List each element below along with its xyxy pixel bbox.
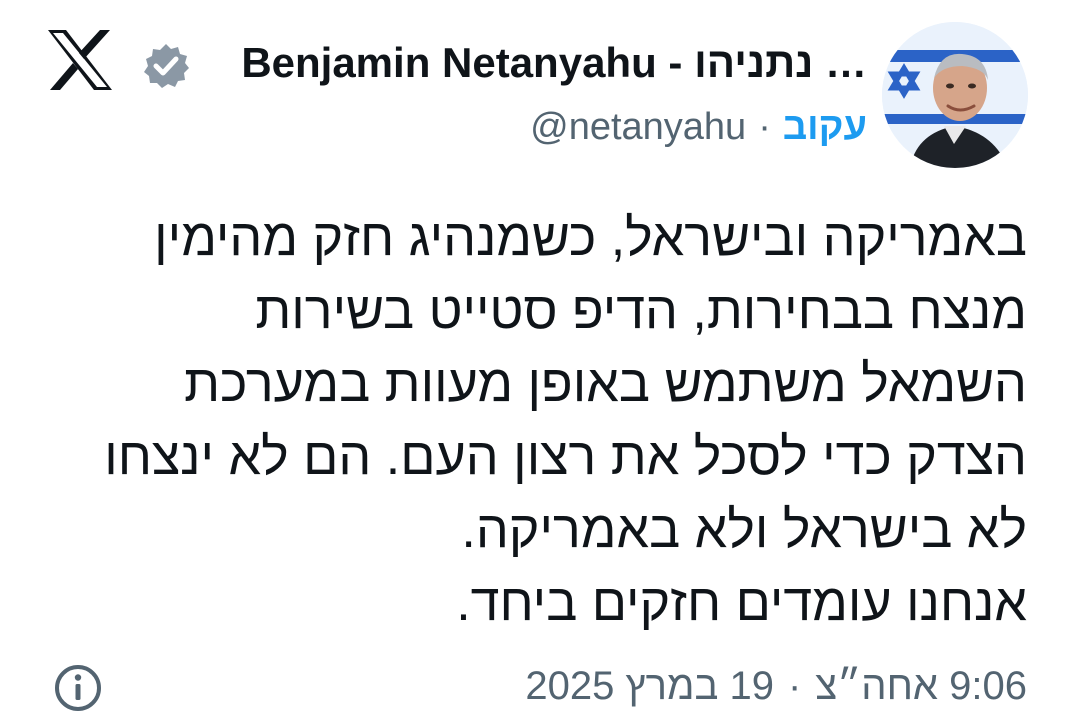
tweet-text: באמריקה ובישראל, כשמנהיג חזק מהימין מנצח… [67, 202, 1027, 640]
separator-dot: · [758, 106, 771, 148]
tweet-line: הצדק כדי לסכל את רצון העם. הם לא ינצחו [104, 428, 1027, 486]
avatar[interactable] [882, 22, 1028, 168]
info-icon[interactable] [52, 662, 104, 714]
tweet-line: מנצח בבחירות, הדיפ סטייט בשירות [255, 282, 1027, 340]
tweet-line: לא בישראל ולא באמריקה. [461, 501, 1027, 559]
tweet-time: 9:06 אחה״צ [815, 664, 1027, 708]
separator-dot: · [787, 664, 802, 708]
avatar-photo [882, 22, 1028, 168]
author-name[interactable]: … נתניהו - Benjamin Netanyahu [187, 36, 867, 90]
follow-button[interactable]: עקוב [783, 106, 867, 148]
tweet-line: באמריקה ובישראל, כשמנהיג חזק מהימין [154, 209, 1027, 267]
author-name-hebrew: … נתניהו - [656, 39, 867, 86]
tweet-timestamp[interactable]: 9:06 אחה״צ · 19 במרץ 2025 [525, 658, 1027, 714]
tweet-line: השמאל משתמש באופן מעוות במערכת [184, 355, 1027, 413]
x-logo-icon[interactable] [44, 28, 116, 92]
verified-badge-icon [144, 44, 189, 88]
author-handle[interactable]: @netanyahu [530, 106, 746, 148]
tweet-line: אנחנו עומדים חזקים ביחד. [456, 574, 1027, 632]
author-name-english: Benjamin Netanyahu [241, 39, 657, 86]
tweet-date: 19 במרץ 2025 [525, 664, 774, 708]
author-subline: עקוב · @netanyahu [530, 100, 867, 154]
